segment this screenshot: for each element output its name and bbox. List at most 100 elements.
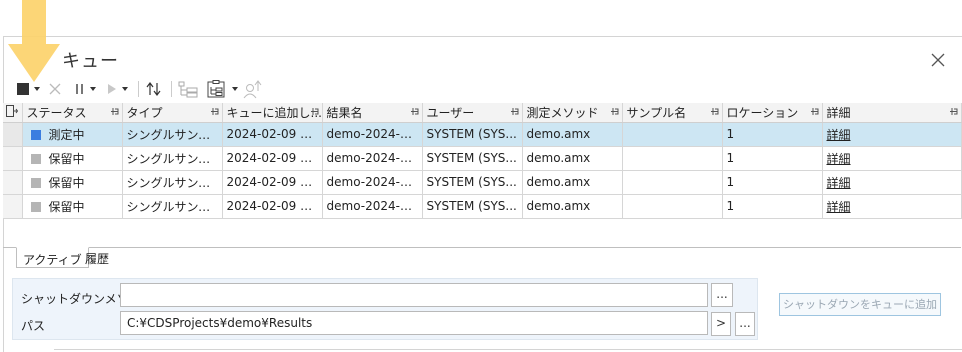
detail-link[interactable]: 詳細 xyxy=(827,176,851,190)
detail-link[interactable]: 詳細 xyxy=(827,200,851,214)
tree-dropdown-chevron[interactable] xyxy=(230,79,240,99)
pause-icon xyxy=(76,84,83,94)
sort-button[interactable] xyxy=(145,79,163,99)
pause-dropdown[interactable] xyxy=(88,79,98,99)
play-button[interactable] xyxy=(106,79,118,99)
cell-type: シングルサンプル xyxy=(122,194,223,219)
column-chooser-icon xyxy=(6,105,19,118)
cell-result: demo-2024-0... xyxy=(322,194,423,219)
path-go-button[interactable]: > xyxy=(711,312,731,336)
chevron-down-icon xyxy=(34,87,40,91)
cell-method: demo.amx xyxy=(522,146,623,171)
cell-result: demo-2024-0... xyxy=(322,170,423,195)
add-shutdown-to-queue-button[interactable]: シャットダウンをキューに追加 xyxy=(779,293,941,316)
toolbar-separator xyxy=(138,81,139,97)
row-header[interactable] xyxy=(3,122,23,147)
shutdown-form: シャットダウンメソッド ... パス > ... xyxy=(12,278,758,340)
cell-added: 2024-02-09 1... xyxy=(222,194,323,219)
row-header[interactable] xyxy=(3,170,23,195)
tab-active[interactable]: アクティブ xyxy=(16,247,89,268)
column-header-method[interactable]: 測定メソッド xyxy=(522,103,623,123)
path-label: パス xyxy=(21,319,46,333)
pause-button[interactable] xyxy=(74,79,86,99)
window-title: キュー xyxy=(62,51,119,72)
cell-user: SYSTEM (SYS... xyxy=(422,122,523,147)
cell-user: SYSTEM (SYS... xyxy=(422,170,523,195)
cell-sample xyxy=(622,122,723,147)
detail-link[interactable]: 詳細 xyxy=(827,152,851,166)
sort-arrows-icon xyxy=(146,82,161,96)
cancel-button[interactable] xyxy=(48,79,62,99)
pin-icon xyxy=(810,108,818,115)
clipboard-tree-icon xyxy=(207,80,225,98)
table-header: ステータス タイプ キューに追加し... 結果名 ユーザー 測定メソッド サンプ… xyxy=(3,103,962,123)
shutdown-method-input[interactable] xyxy=(120,283,708,307)
stop-dropdown[interactable] xyxy=(32,79,42,99)
table-row[interactable]: 保留中 シングルサンプル 2024-02-09 1... demo-2024-0...… xyxy=(3,194,962,219)
tree-dropdown-button[interactable] xyxy=(206,79,228,99)
cell-type: シングルサンプル xyxy=(122,170,223,195)
stop-button[interactable] xyxy=(16,79,30,99)
status-indicator-icon xyxy=(30,177,41,188)
cell-location: 1 xyxy=(722,146,823,171)
play-dropdown[interactable] xyxy=(120,79,130,99)
table-row[interactable]: 測定中 シングルサンプル 2024-02-09 1... demo-2024-0...… xyxy=(3,122,962,147)
cell-user: SYSTEM (SYS... xyxy=(422,194,523,219)
cell-location: 1 xyxy=(722,122,823,147)
path-input[interactable] xyxy=(120,311,708,335)
chevron-down-icon xyxy=(90,87,96,91)
status-text: 測定中 xyxy=(48,127,85,142)
column-header-added[interactable]: キューに追加し... xyxy=(222,103,323,123)
column-header-status[interactable]: ステータス xyxy=(22,103,123,123)
tab-strip: アクティブ 履歴 xyxy=(3,247,961,268)
tree-icon xyxy=(178,81,198,98)
path-browse-button[interactable]: ... xyxy=(735,312,755,336)
row-header[interactable] xyxy=(3,146,23,171)
user-priority-button[interactable] xyxy=(242,79,264,99)
cell-detail: 詳細 xyxy=(822,170,962,195)
stop-icon xyxy=(17,83,29,95)
table-row[interactable]: 保留中 シングルサンプル 2024-02-09 1... demo-2024-0...… xyxy=(3,170,962,195)
column-header-sample[interactable]: サンプル名 xyxy=(622,103,723,123)
tree-button[interactable] xyxy=(178,79,200,99)
row-header[interactable] xyxy=(3,194,23,219)
cell-detail: 詳細 xyxy=(822,122,962,147)
cell-status: 保留中 xyxy=(22,194,123,219)
pin-icon xyxy=(210,108,218,115)
cell-sample xyxy=(622,146,723,171)
cell-status: 保留中 xyxy=(22,146,123,171)
cell-result: demo-2024-0... xyxy=(322,122,423,147)
status-text: 保留中 xyxy=(48,199,85,214)
cell-user: SYSTEM (SYS... xyxy=(422,146,523,171)
play-icon xyxy=(108,84,116,94)
cell-type: シングルサンプル xyxy=(122,122,223,147)
chevron-down-icon xyxy=(232,87,238,91)
cell-sample xyxy=(622,170,723,195)
cell-method: demo.amx xyxy=(522,122,623,147)
column-header-detail[interactable]: 詳細 xyxy=(822,103,962,123)
shutdown-method-browse-button[interactable]: ... xyxy=(711,283,733,307)
cell-result: demo-2024-0... xyxy=(322,146,423,171)
column-header-type[interactable]: タイプ xyxy=(122,103,223,123)
x-icon xyxy=(49,83,61,95)
chevron-down-icon xyxy=(122,87,128,91)
column-chooser[interactable] xyxy=(3,103,23,123)
pin-icon xyxy=(310,108,318,115)
column-header-user[interactable]: ユーザー xyxy=(422,103,523,123)
toolbar-separator xyxy=(171,81,172,97)
column-header-location[interactable]: ロケーション xyxy=(722,103,823,123)
status-indicator-icon xyxy=(30,129,41,140)
pin-icon xyxy=(610,108,618,115)
detail-link[interactable]: 詳細 xyxy=(827,128,851,142)
table-row[interactable]: 保留中 シングルサンプル 2024-02-09 1... demo-2024-0...… xyxy=(3,146,962,171)
column-header-result[interactable]: 結果名 xyxy=(322,103,423,123)
pin-icon xyxy=(949,108,957,115)
tab-history[interactable]: 履歴 xyxy=(79,247,115,268)
cell-sample xyxy=(622,194,723,219)
cell-status: 保留中 xyxy=(22,170,123,195)
queue-table: ステータス タイプ キューに追加し... 結果名 ユーザー 測定メソッド サンプ… xyxy=(3,103,962,219)
status-text: 保留中 xyxy=(48,151,85,166)
cell-location: 1 xyxy=(722,170,823,195)
close-icon[interactable] xyxy=(929,51,947,69)
pin-icon xyxy=(110,108,118,115)
